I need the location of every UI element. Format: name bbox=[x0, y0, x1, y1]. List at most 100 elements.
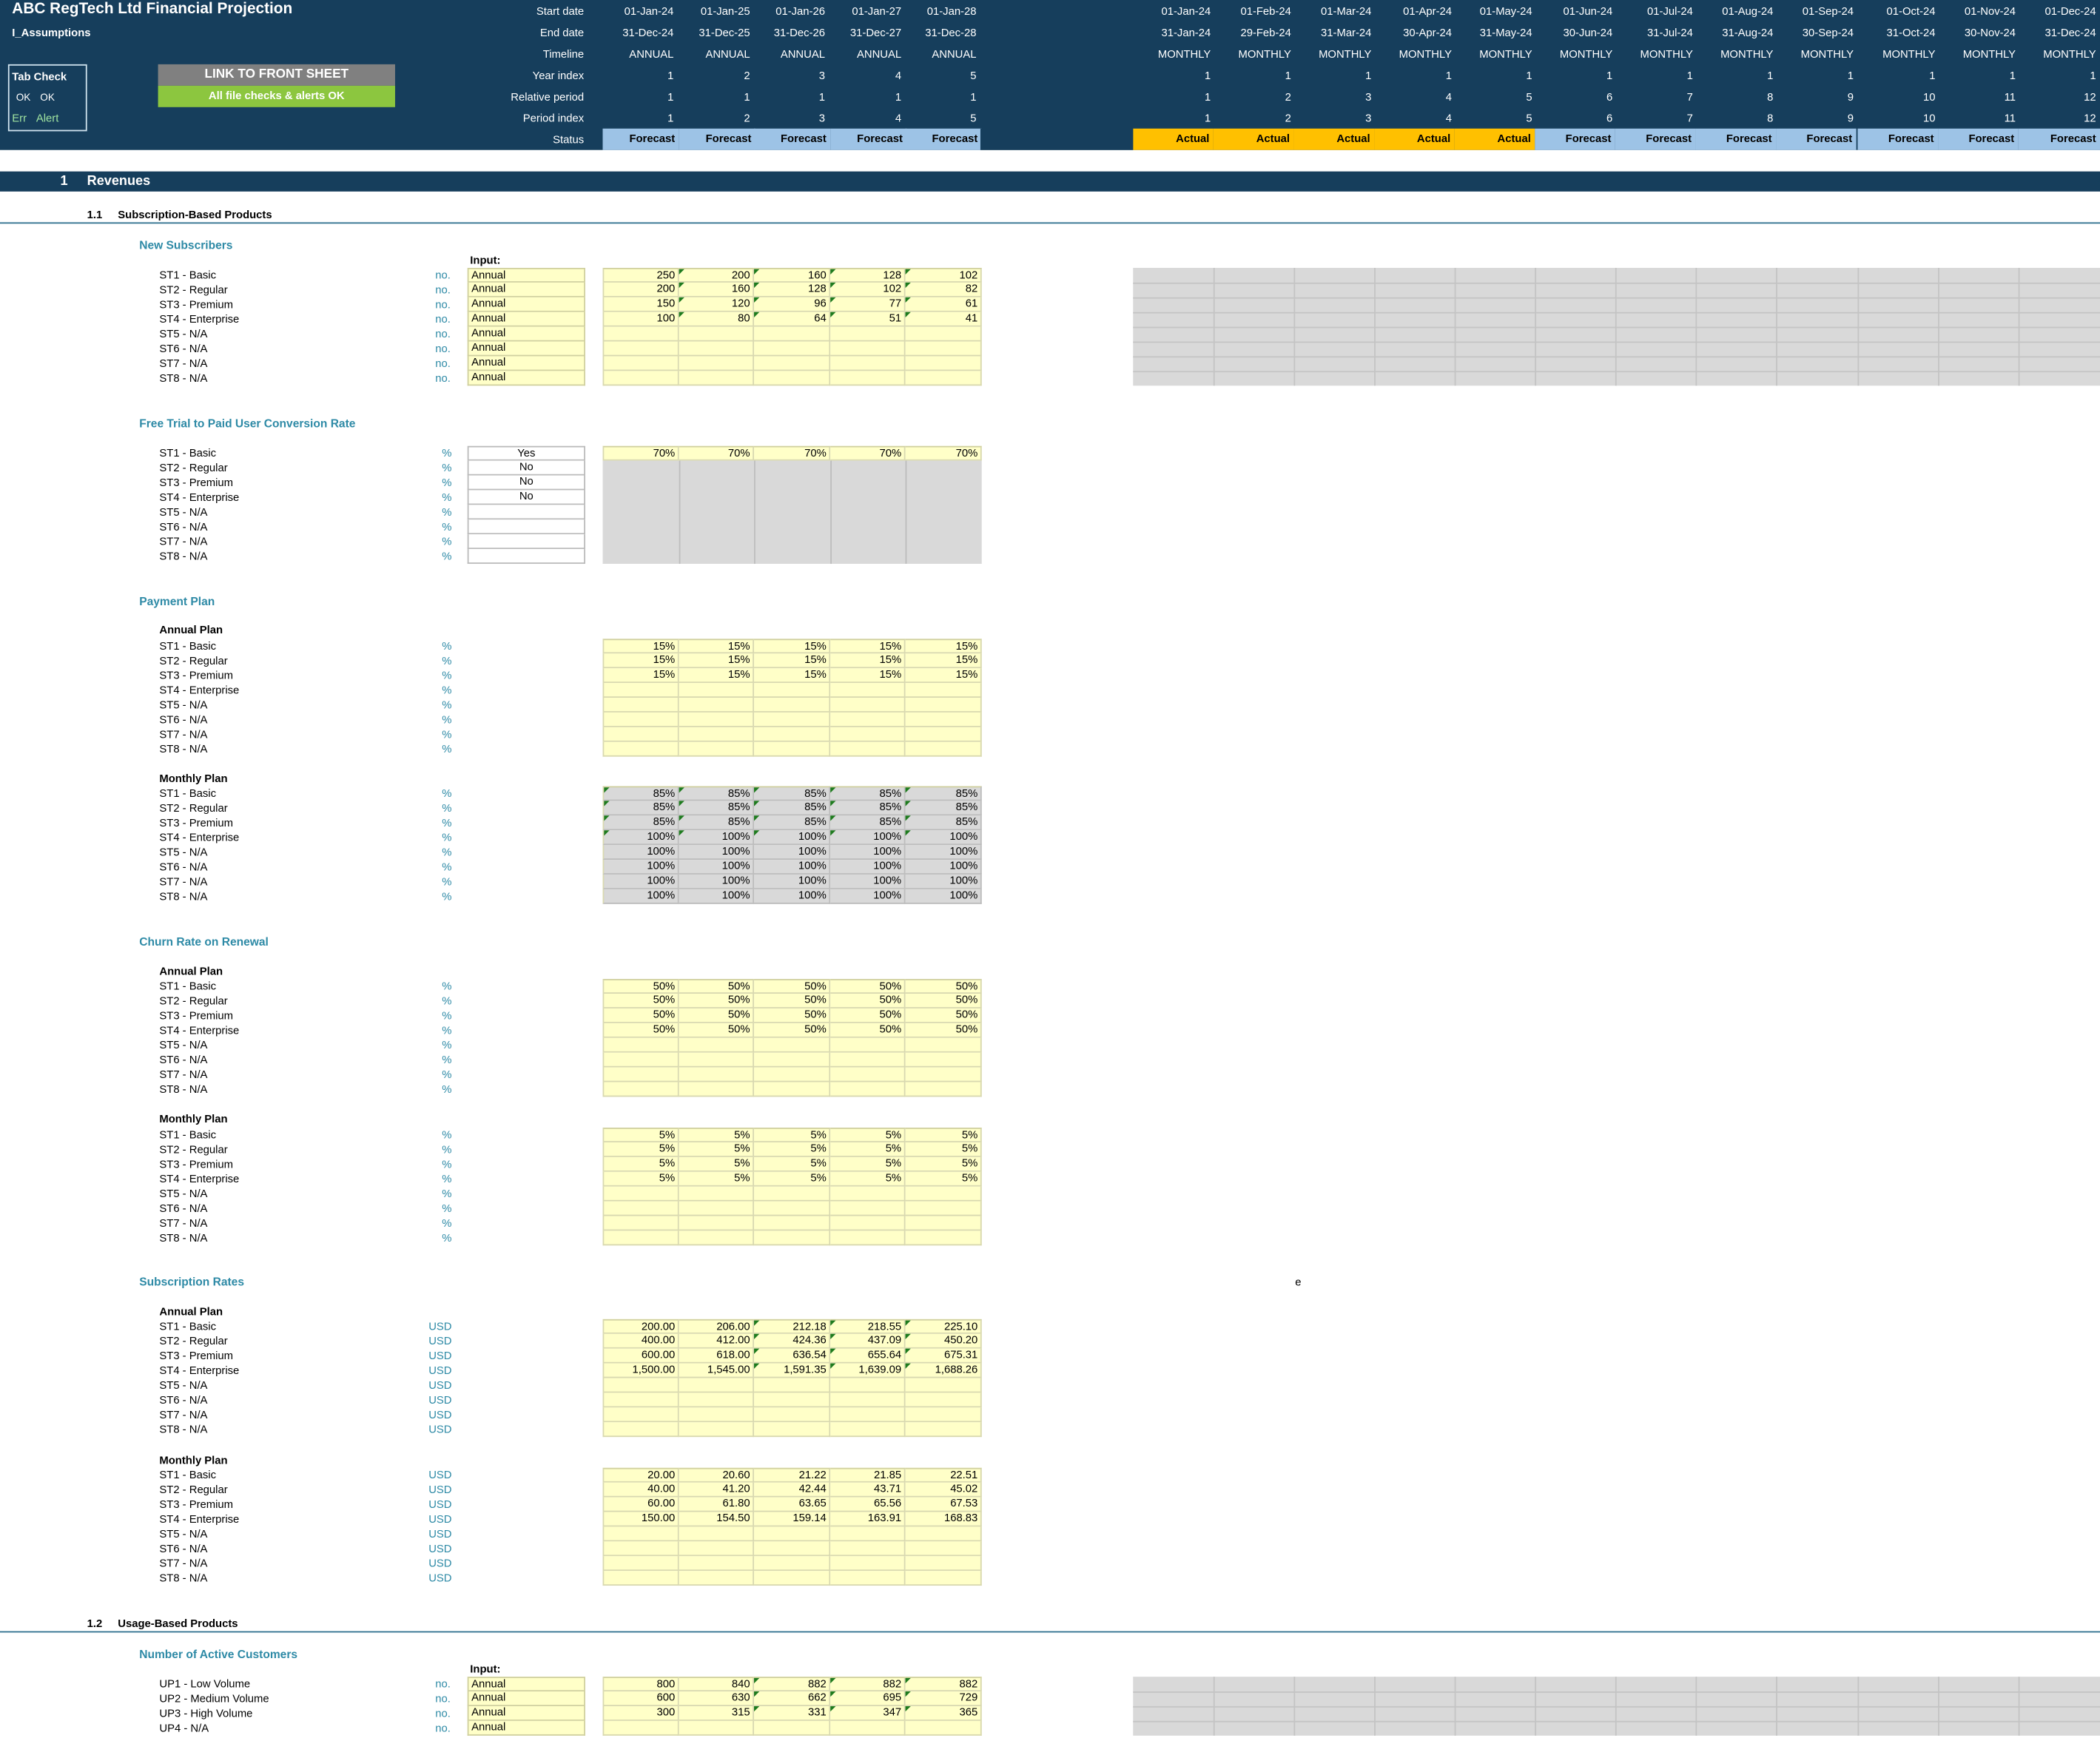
input-cell[interactable]: 50% bbox=[754, 994, 831, 1008]
input-cell[interactable] bbox=[679, 712, 755, 727]
input-cell[interactable] bbox=[830, 1571, 906, 1586]
input-cell[interactable]: 163.91 bbox=[830, 1512, 906, 1527]
input-cell[interactable] bbox=[602, 1230, 679, 1246]
input-cell[interactable]: 5% bbox=[830, 1171, 906, 1187]
input-cell[interactable]: 100% bbox=[602, 860, 679, 875]
input-cell[interactable] bbox=[830, 1052, 906, 1068]
input-cell[interactable] bbox=[905, 1082, 982, 1097]
input-cell[interactable] bbox=[830, 698, 906, 713]
input-cell[interactable]: 85% bbox=[602, 815, 679, 831]
input-cell[interactable]: 85% bbox=[754, 815, 831, 831]
input-cell[interactable] bbox=[830, 1037, 906, 1053]
input-cell[interactable] bbox=[754, 1067, 831, 1082]
input-cell[interactable] bbox=[754, 712, 831, 727]
input-cell[interactable]: 100% bbox=[679, 889, 755, 904]
input-cell[interactable]: 100% bbox=[905, 889, 982, 904]
input-cell[interactable] bbox=[830, 1526, 906, 1542]
input-cell[interactable]: 5% bbox=[754, 1156, 831, 1172]
input-cell[interactable] bbox=[830, 683, 906, 698]
input-cell[interactable] bbox=[602, 1571, 679, 1586]
input-cell[interactable] bbox=[602, 712, 679, 727]
input-cell[interactable] bbox=[679, 698, 755, 713]
input-cell[interactable]: 800 bbox=[602, 1677, 679, 1692]
input-cell[interactable]: 85% bbox=[679, 801, 755, 816]
trial-toggle-input[interactable]: No bbox=[467, 460, 585, 476]
input-cell[interactable] bbox=[830, 1216, 906, 1231]
input-cell[interactable]: 43.71 bbox=[830, 1482, 906, 1498]
input-cell[interactable]: 50% bbox=[905, 1023, 982, 1038]
input-cell[interactable]: 655.64 bbox=[830, 1348, 906, 1364]
input-cell[interactable]: 5% bbox=[905, 1156, 982, 1172]
input-cell[interactable]: 128 bbox=[754, 282, 831, 297]
input-cell[interactable]: 102 bbox=[830, 282, 906, 297]
input-cell[interactable]: 50% bbox=[754, 1008, 831, 1023]
input-cell[interactable]: 85% bbox=[679, 786, 755, 801]
trial-toggle-input[interactable]: No bbox=[467, 475, 585, 491]
input-cell[interactable]: 5% bbox=[830, 1142, 906, 1157]
input-cell[interactable]: 315 bbox=[679, 1705, 755, 1721]
plan-type-input[interactable]: Annual bbox=[467, 1677, 585, 1692]
input-cell[interactable] bbox=[905, 1526, 982, 1542]
input-cell[interactable] bbox=[754, 1052, 831, 1068]
input-cell[interactable] bbox=[905, 371, 982, 386]
input-cell[interactable]: 85% bbox=[754, 801, 831, 816]
input-cell[interactable]: 636.54 bbox=[754, 1348, 831, 1364]
input-cell[interactable]: 662 bbox=[754, 1691, 831, 1706]
input-cell[interactable]: 100% bbox=[830, 830, 906, 846]
input-cell[interactable] bbox=[679, 1720, 755, 1736]
input-cell[interactable]: 160 bbox=[754, 268, 831, 283]
input-cell[interactable]: 51 bbox=[830, 312, 906, 327]
input-cell[interactable]: 437.09 bbox=[830, 1333, 906, 1349]
input-cell[interactable] bbox=[905, 1407, 982, 1423]
input-cell[interactable] bbox=[602, 741, 679, 757]
input-cell[interactable] bbox=[830, 1201, 906, 1216]
input-cell[interactable] bbox=[679, 1186, 755, 1202]
input-cell[interactable]: 96 bbox=[754, 297, 831, 312]
input-cell[interactable]: 15% bbox=[830, 668, 906, 684]
input-cell[interactable]: 120 bbox=[679, 297, 755, 312]
input-cell[interactable]: 65.56 bbox=[830, 1497, 906, 1512]
input-cell[interactable] bbox=[679, 1422, 755, 1438]
input-cell[interactable] bbox=[905, 1052, 982, 1068]
input-cell[interactable] bbox=[830, 727, 906, 742]
input-cell[interactable] bbox=[754, 1556, 831, 1572]
plan-type-input[interactable]: Annual bbox=[467, 326, 585, 342]
input-cell[interactable]: 100% bbox=[830, 845, 906, 861]
input-cell[interactable] bbox=[679, 326, 755, 342]
input-cell[interactable]: 70% bbox=[830, 445, 906, 461]
input-cell[interactable]: 41 bbox=[905, 312, 982, 327]
input-cell[interactable] bbox=[905, 341, 982, 357]
input-cell[interactable]: 50% bbox=[679, 994, 755, 1008]
input-cell[interactable] bbox=[754, 1407, 831, 1423]
input-cell[interactable]: 85% bbox=[830, 815, 906, 831]
input-cell[interactable] bbox=[602, 1541, 679, 1557]
input-cell[interactable] bbox=[679, 371, 755, 386]
input-cell[interactable] bbox=[602, 683, 679, 698]
input-cell[interactable] bbox=[602, 1422, 679, 1438]
input-cell[interactable]: 70% bbox=[905, 445, 982, 461]
input-cell[interactable]: 218.55 bbox=[830, 1319, 906, 1334]
input-cell[interactable]: 206.00 bbox=[679, 1319, 755, 1334]
input-cell[interactable] bbox=[905, 1378, 982, 1393]
input-cell[interactable]: 5% bbox=[830, 1156, 906, 1172]
input-cell[interactable] bbox=[830, 1082, 906, 1097]
input-cell[interactable]: 15% bbox=[905, 653, 982, 669]
input-cell[interactable]: 85% bbox=[905, 801, 982, 816]
input-cell[interactable] bbox=[754, 727, 831, 742]
input-cell[interactable]: 20.60 bbox=[679, 1467, 755, 1483]
input-cell[interactable]: 22.51 bbox=[905, 1467, 982, 1483]
input-cell[interactable] bbox=[679, 1378, 755, 1393]
input-cell[interactable]: 102 bbox=[905, 268, 982, 283]
input-cell[interactable]: 150.00 bbox=[602, 1512, 679, 1527]
input-cell[interactable] bbox=[679, 1541, 755, 1557]
input-cell[interactable] bbox=[602, 1526, 679, 1542]
input-cell[interactable]: 15% bbox=[679, 653, 755, 669]
input-cell[interactable]: 331 bbox=[754, 1705, 831, 1721]
input-cell[interactable] bbox=[905, 727, 982, 742]
input-cell[interactable]: 618.00 bbox=[679, 1348, 755, 1364]
input-cell[interactable]: 15% bbox=[754, 653, 831, 669]
input-cell[interactable]: 5% bbox=[602, 1128, 679, 1142]
input-cell[interactable]: 600.00 bbox=[602, 1348, 679, 1364]
input-cell[interactable] bbox=[754, 371, 831, 386]
input-cell[interactable] bbox=[905, 326, 982, 342]
